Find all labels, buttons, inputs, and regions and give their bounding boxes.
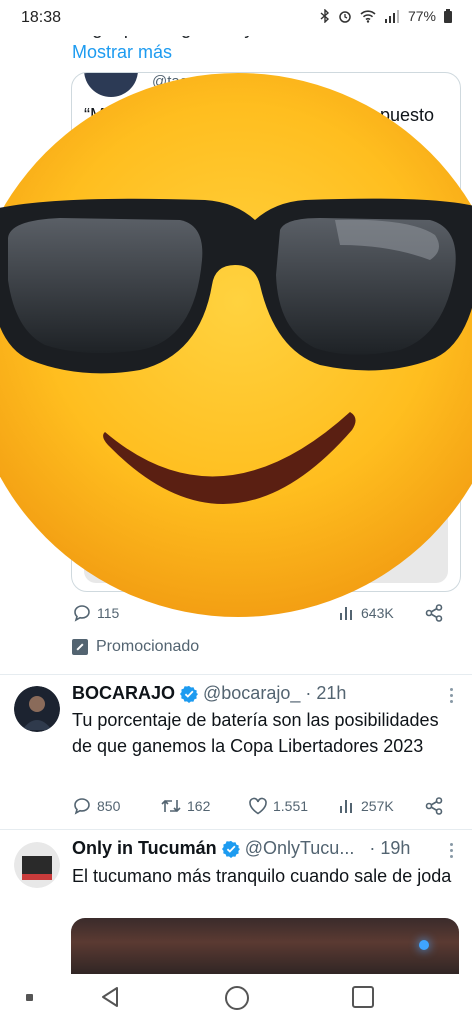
- quote-handle: @tacusonatti: [152, 73, 240, 90]
- share-icon: [425, 797, 443, 815]
- views-count: 643K: [361, 605, 394, 621]
- more-icon[interactable]: [450, 843, 454, 858]
- prev-tweet-actions: 115 643K: [72, 601, 452, 625]
- nav-indicator: [26, 994, 33, 1001]
- back-icon[interactable]: [100, 986, 120, 1008]
- alarm-icon: [339, 11, 351, 23]
- reply-icon: [74, 798, 90, 815]
- battery-percent: 77%: [407, 8, 436, 24]
- views-button[interactable]: 257K: [338, 797, 394, 815]
- tweet-actions: 850 162 1.551 257K: [72, 794, 452, 818]
- share-button[interactable]: [424, 603, 444, 623]
- like-button[interactable]: 1.551: [248, 797, 308, 815]
- quoted-tweet-card[interactable]: @tacusonatti “Mi puesto: [71, 72, 461, 592]
- retweet-count: 162: [187, 798, 211, 814]
- reply-button[interactable]: 115: [72, 603, 119, 623]
- status-bar: 18:38 77%: [0, 0, 472, 36]
- signal-icon: [384, 9, 399, 23]
- show-more-link[interactable]: Mostrar más: [72, 42, 172, 63]
- status-time: 18:38: [21, 9, 62, 26]
- divider: [0, 674, 472, 675]
- views-icon: [340, 607, 352, 620]
- home-icon[interactable]: [225, 986, 249, 1010]
- bluetooth-icon: [320, 9, 329, 23]
- share-icon: [425, 604, 443, 622]
- reply-button[interactable]: 850: [72, 796, 120, 816]
- system-nav-bar: [0, 974, 472, 1024]
- author-name[interactable]: Only in Tucumán: [72, 838, 217, 859]
- tweet-text: Tu porcentaje de batería son las posibil…: [72, 710, 439, 756]
- tweet-header: Only in Tucumán @OnlyTucu... · 19h: [72, 838, 410, 859]
- status-icons: 77%: [320, 8, 452, 24]
- wifi-icon: [360, 9, 376, 23]
- tweet-time: · 21h: [305, 683, 347, 703]
- tweet-header: BOCARAJO @bocarajo_ · 21h: [72, 683, 346, 704]
- battery-icon: [444, 9, 452, 23]
- avatar[interactable]: [14, 686, 60, 732]
- author-handle: @bocarajo_: [203, 683, 301, 703]
- views-count: 257K: [361, 798, 394, 814]
- tweet-media[interactable]: [71, 918, 459, 978]
- recent-apps-icon[interactable]: [352, 986, 374, 1008]
- quote-text-start: “Mi: [84, 105, 109, 125]
- more-icon[interactable]: [450, 688, 454, 703]
- avatar[interactable]: [14, 842, 60, 888]
- author-name[interactable]: BOCARAJO: [72, 683, 175, 704]
- reply-count: 115: [97, 605, 120, 621]
- promoted-label: Promocionado: [72, 638, 199, 656]
- like-count: 1.551: [273, 798, 309, 814]
- quote-avatar: [84, 73, 138, 97]
- tweet-text: El tucumano más tranquilo cuando sale de…: [72, 866, 452, 886]
- quote-text-end: puesto: [379, 105, 434, 125]
- tweet-time: · 19h: [369, 838, 411, 858]
- quote-media: [84, 473, 448, 583]
- reply-count: 850: [97, 798, 121, 814]
- views-icon: [340, 800, 352, 813]
- author-handle: @OnlyTucu...: [244, 838, 355, 858]
- verified-icon: [180, 685, 199, 703]
- reply-icon: [74, 605, 90, 622]
- divider: [0, 829, 472, 830]
- views-button[interactable]: 643K: [338, 604, 394, 622]
- verified-icon: [221, 840, 240, 858]
- share-button[interactable]: [424, 796, 444, 816]
- retweet-icon: [161, 799, 181, 813]
- promoted-text: Promocionado: [96, 638, 200, 655]
- promoted-icon: [72, 639, 88, 655]
- retweet-button[interactable]: 162: [160, 797, 210, 815]
- like-icon: [249, 797, 267, 815]
